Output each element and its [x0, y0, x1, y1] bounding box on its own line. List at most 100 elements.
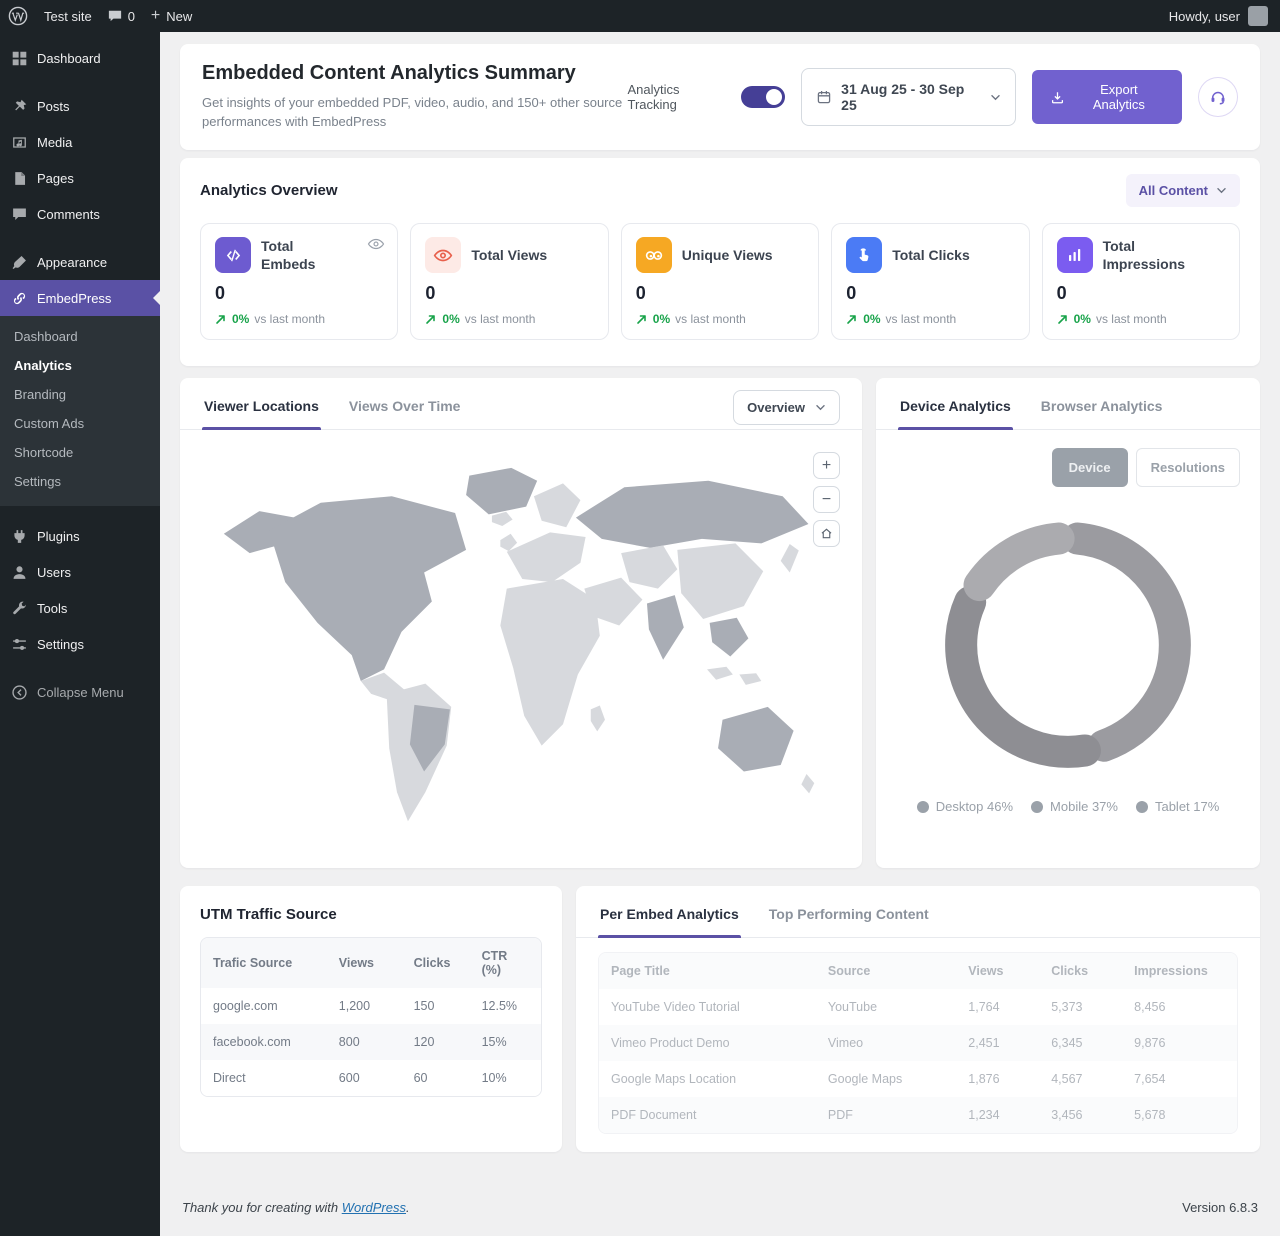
sidebar-item-plugins[interactable]: Plugins — [0, 518, 160, 554]
legend-item-tablet[interactable]: Tablet 17% — [1136, 799, 1219, 814]
device-analytics-card: Device Analytics Browser Analytics Devic… — [876, 378, 1260, 868]
sidebar-item-embedpress[interactable]: EmbedPress — [0, 280, 160, 316]
content-filter-dropdown[interactable]: All Content — [1126, 174, 1240, 207]
sidebar-item-users[interactable]: Users — [0, 554, 160, 590]
site-name-label: Test site — [44, 9, 92, 24]
page-title: Embedded Content Analytics Summary — [202, 62, 628, 85]
sidebar-item-tools[interactable]: Tools — [0, 590, 160, 626]
legend-item-mobile[interactable]: Mobile 37% — [1031, 799, 1118, 814]
binoculars-icon — [636, 237, 672, 273]
submenu-item-custom-ads[interactable]: Custom Ads — [0, 409, 160, 438]
tab-per-embed-analytics[interactable]: Per Embed Analytics — [598, 894, 741, 937]
code-icon — [215, 237, 251, 273]
plugin-icon — [10, 527, 28, 545]
submenu-item-analytics[interactable]: Analytics — [0, 351, 160, 380]
column-header: Impressions — [1122, 953, 1237, 989]
device-donut-chart — [932, 509, 1204, 781]
utm-table: Trafic Source Views Clicks CTR (%) googl… — [201, 938, 541, 1096]
avatar[interactable] — [1248, 6, 1268, 26]
chevron-down-icon — [815, 404, 826, 411]
tab-viewer-locations[interactable]: Viewer Locations — [202, 386, 321, 429]
sidebar-item-comments[interactable]: Comments — [0, 196, 160, 232]
site-name-link[interactable]: Test site — [44, 9, 92, 24]
tab-browser-analytics[interactable]: Browser Analytics — [1039, 386, 1165, 429]
tab-top-performing-content[interactable]: Top Performing Content — [767, 894, 931, 937]
sidebar-item-dashboard[interactable]: Dashboard — [0, 40, 160, 76]
legend-item-desktop[interactable]: Desktop 46% — [917, 799, 1013, 814]
submenu-item-branding[interactable]: Branding — [0, 380, 160, 409]
tab-views-over-time[interactable]: Views Over Time — [347, 386, 463, 429]
sidebar-item-media[interactable]: Media — [0, 124, 160, 160]
tap-icon — [846, 237, 882, 273]
wordpress-logo-icon[interactable] — [8, 6, 28, 26]
legend-dot — [1031, 801, 1043, 813]
stat-card-total-views: Total Views 0 0% vs last month — [410, 223, 608, 340]
comments-icon — [10, 205, 28, 223]
zoom-in-button[interactable]: + — [813, 452, 840, 479]
new-content-button[interactable]: + New — [151, 8, 192, 24]
trend-up-icon — [846, 313, 858, 325]
analytics-tracking-toggle[interactable] — [741, 86, 785, 108]
utm-traffic-card: UTM Traffic Source Trafic Source Views C… — [180, 886, 562, 1152]
headset-icon — [1209, 88, 1227, 106]
home-icon — [820, 527, 833, 540]
support-button[interactable] — [1198, 77, 1238, 117]
pushpin-icon — [10, 97, 28, 115]
user-icon — [10, 563, 28, 581]
table-row: Direct6006010% — [201, 1060, 541, 1096]
sidebar-item-collapse-menu[interactable]: Collapse Menu — [0, 674, 160, 710]
submenu-item-settings[interactable]: Settings — [0, 467, 160, 496]
page-subtitle: Get insights of your embedded PDF, video… — [202, 94, 628, 132]
howdy-menu[interactable]: Howdy, user — [1169, 9, 1240, 24]
eye-icon — [425, 237, 461, 273]
admin-footer: Thank you for creating with WordPress. V… — [180, 1152, 1260, 1215]
stat-card-total-embeds: Total Embeds 0 0% vs last month — [200, 223, 398, 340]
analytics-overview-title: Analytics Overview — [200, 182, 338, 199]
reset-view-button[interactable] — [813, 520, 840, 547]
pages-icon — [10, 169, 28, 187]
sidebar-item-appearance[interactable]: Appearance — [0, 244, 160, 280]
chevron-down-icon — [1216, 187, 1227, 194]
table-row: Google Maps LocationGoogle Maps1,8764,56… — [599, 1061, 1237, 1097]
stat-card-total-impressions: Total Impressions 0 0% vs last month — [1042, 223, 1240, 340]
stat-card-unique-views: Unique Views 0 0% vs last month — [621, 223, 819, 340]
world-map[interactable] — [198, 444, 844, 856]
table-row: YouTube Video TutorialYouTube1,7645,3738… — [599, 989, 1237, 1025]
column-header: Views — [956, 953, 1039, 989]
legend-dot — [917, 801, 929, 813]
utm-title: UTM Traffic Source — [200, 906, 542, 923]
export-analytics-button[interactable]: Export Analytics — [1032, 70, 1182, 124]
analytics-overview-card: Analytics Overview All Content Total Emb… — [180, 158, 1260, 366]
new-label: New — [166, 9, 192, 24]
date-range-value: 31 Aug 25 - 30 Sep 25 — [841, 81, 981, 113]
sidebar-item-pages[interactable]: Pages — [0, 160, 160, 196]
device-view-button[interactable]: Device — [1052, 448, 1128, 487]
wordpress-link[interactable]: WordPress — [342, 1200, 406, 1215]
embedpress-icon — [10, 289, 28, 307]
plus-icon: + — [822, 458, 831, 474]
date-range-picker[interactable]: 31 Aug 25 - 30 Sep 25 — [801, 68, 1016, 126]
tab-device-analytics[interactable]: Device Analytics — [898, 386, 1013, 429]
column-header: Page Title — [599, 953, 816, 989]
eye-icon[interactable] — [367, 237, 385, 251]
resolutions-view-button[interactable]: Resolutions — [1136, 448, 1240, 487]
sidebar-item-posts[interactable]: Posts — [0, 88, 160, 124]
per-embed-table: Page Title Source Views Clicks Impressio… — [599, 953, 1237, 1133]
minus-icon: − — [822, 492, 831, 508]
column-header: Clicks — [402, 938, 470, 988]
legend-dot — [1136, 801, 1148, 813]
sidebar-item-settings[interactable]: Settings — [0, 626, 160, 662]
bar-chart-icon — [1057, 237, 1093, 273]
main-content: Embedded Content Analytics Summary Get i… — [160, 32, 1280, 1236]
download-icon — [1050, 90, 1065, 105]
trend-up-icon — [425, 313, 437, 325]
zoom-out-button[interactable]: − — [813, 486, 840, 513]
map-mode-dropdown[interactable]: Overview — [733, 390, 840, 425]
submenu-item-dashboard[interactable]: Dashboard — [0, 322, 160, 351]
sliders-icon — [10, 635, 28, 653]
column-header: Source — [816, 953, 956, 989]
comments-shortcut[interactable]: 0 — [108, 9, 135, 24]
viewer-locations-card: Viewer Locations Views Over Time Overvie… — [180, 378, 862, 868]
submenu-item-shortcode[interactable]: Shortcode — [0, 438, 160, 467]
comment-count: 0 — [128, 9, 135, 24]
